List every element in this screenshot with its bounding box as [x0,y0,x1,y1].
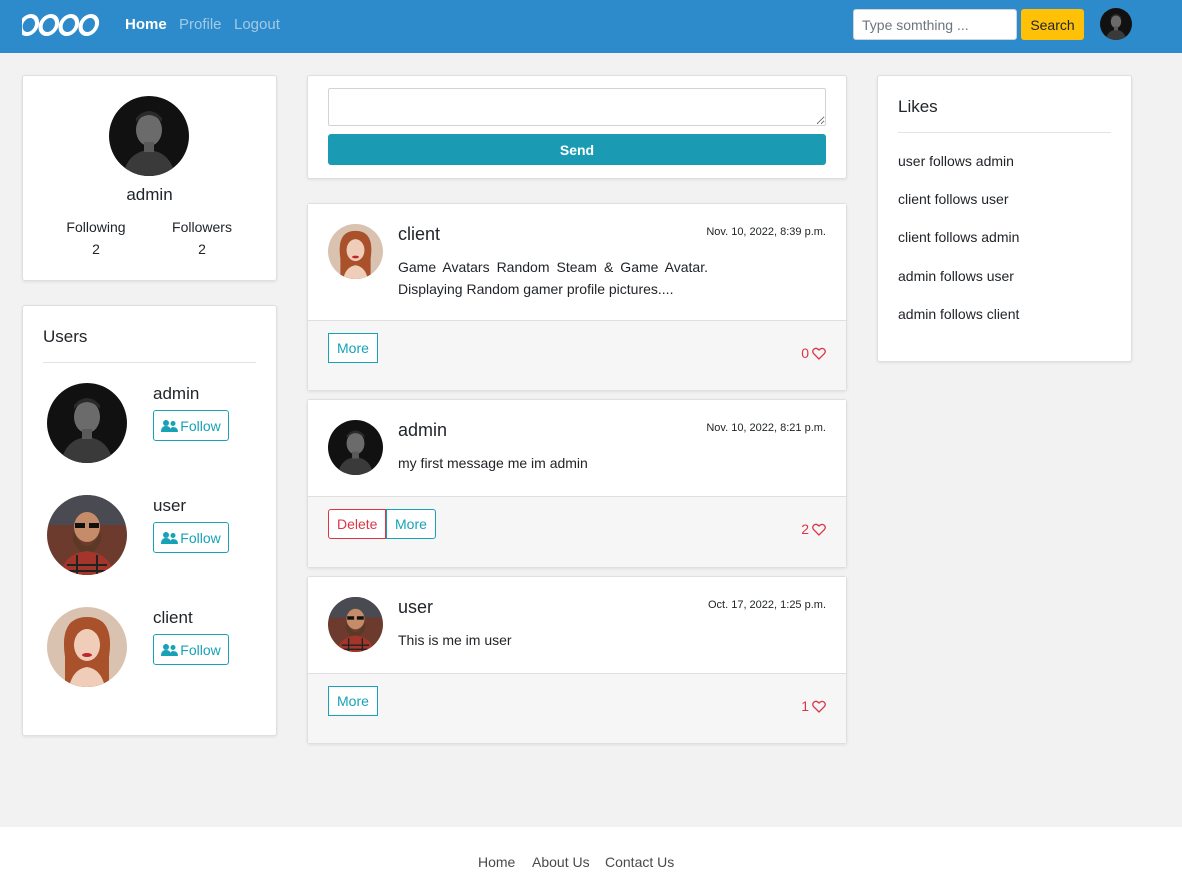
like-button[interactable]: 1 [801,698,826,714]
search-input[interactable] [853,9,1017,40]
post-avatar[interactable] [328,224,383,279]
post-text: my first message me im admin [398,455,588,471]
post-author[interactable]: user [398,597,433,618]
post-avatar[interactable] [328,597,383,652]
compose-card: Send [307,75,847,179]
profile-card: admin Following 2 Followers 2 [22,75,277,281]
user-friends-icon [161,419,179,432]
follow-button-admin[interactable]: Follow [153,410,229,441]
footer-home-link[interactable]: Home [478,854,515,870]
profile-name: admin [126,185,173,204]
like-activity-item: client follows admin [898,229,1020,245]
like-activity-item: user follows admin [898,153,1014,169]
post-text: This is me im user [398,632,512,648]
user-avatar-client[interactable] [47,607,127,687]
more-button[interactable]: More [386,509,436,539]
more-button[interactable]: More [328,686,378,716]
user-name-user[interactable]: user [153,496,186,516]
users-card: Users admin Follow user Follow client Fo… [22,305,277,736]
user-avatar-user[interactable] [47,495,127,575]
user-name-admin[interactable]: admin [153,384,199,404]
user-friends-icon [161,643,179,656]
post-body: user Oct. 17, 2022, 1:25 p.m. This is me… [308,577,846,673]
footer-about-link[interactable]: About Us [532,854,590,870]
footer-contact-link[interactable]: Contact Us [605,854,674,870]
heart-icon [812,700,826,713]
like-count: 1 [801,698,809,714]
post-avatar[interactable] [328,420,383,475]
follow-label: Follow [180,641,221,658]
post-footer: Delete More 2 [308,496,846,567]
nav-avatar[interactable] [1100,8,1132,40]
users-title: Users [43,327,88,346]
post-timestamp: Oct. 17, 2022, 1:25 p.m. [707,599,826,611]
follow-label: Follow [180,529,221,546]
delete-button[interactable]: Delete [328,509,387,539]
like-activity-item: admin follows user [898,268,1014,284]
follow-button-client[interactable]: Follow [153,634,229,665]
post-footer: More 0 [308,320,846,390]
user-avatar-admin[interactable] [47,383,127,463]
likes-title: Likes [898,97,938,116]
message-textarea[interactable] [328,88,826,126]
post-author[interactable]: admin [398,420,447,441]
users-divider [43,362,256,363]
post-body: client Nov. 10, 2022, 8:39 p.m. Game Ava… [308,204,846,320]
followers-count: 2 [198,241,206,257]
nav-home-link[interactable]: Home [125,16,167,33]
followers-label: Followers [172,219,232,235]
like-count: 2 [801,521,809,537]
like-button[interactable]: 2 [801,521,826,537]
follow-button-user[interactable]: Follow [153,522,229,553]
post-footer: More 1 [308,673,846,743]
following-count: 2 [92,241,100,257]
follow-label: Follow [180,417,221,434]
following-label: Following [66,219,126,235]
like-activity-item: client follows user [898,191,1009,207]
like-count: 0 [801,345,809,361]
post-body: admin Nov. 10, 2022, 8:21 p.m. my first … [308,400,846,496]
likes-card: Likes user follows admin client follows … [877,75,1132,362]
heart-icon [812,347,826,360]
like-activity-item: admin follows client [898,306,1020,322]
navbar: Home Profile Logout Search [0,0,1182,53]
nav-logout-link[interactable]: Logout [234,16,280,33]
like-button[interactable]: 0 [801,345,826,361]
send-button[interactable]: Send [328,134,826,165]
profile-avatar [109,96,189,176]
nav-profile-link[interactable]: Profile [179,16,222,33]
search-button[interactable]: Search [1021,9,1084,40]
user-friends-icon [161,531,179,544]
heart-icon [812,523,826,536]
post-card: user Oct. 17, 2022, 1:25 p.m. This is me… [307,576,847,744]
user-name-client[interactable]: client [153,608,193,628]
post-card: client Nov. 10, 2022, 8:39 p.m. Game Ava… [307,203,847,391]
more-button[interactable]: More [328,333,378,363]
site-footer: Home About Us Contact Us [0,827,1182,891]
post-timestamp: Nov. 10, 2022, 8:21 p.m. [706,422,826,434]
oooo-logo-icon[interactable] [22,10,102,40]
post-card: admin Nov. 10, 2022, 8:21 p.m. my first … [307,399,847,568]
likes-divider [898,132,1111,133]
post-timestamp: Nov. 10, 2022, 8:39 p.m. [706,226,826,238]
post-author[interactable]: client [398,224,440,245]
post-text: Game Avatars Random Steam & Game Avatar.… [398,259,708,297]
